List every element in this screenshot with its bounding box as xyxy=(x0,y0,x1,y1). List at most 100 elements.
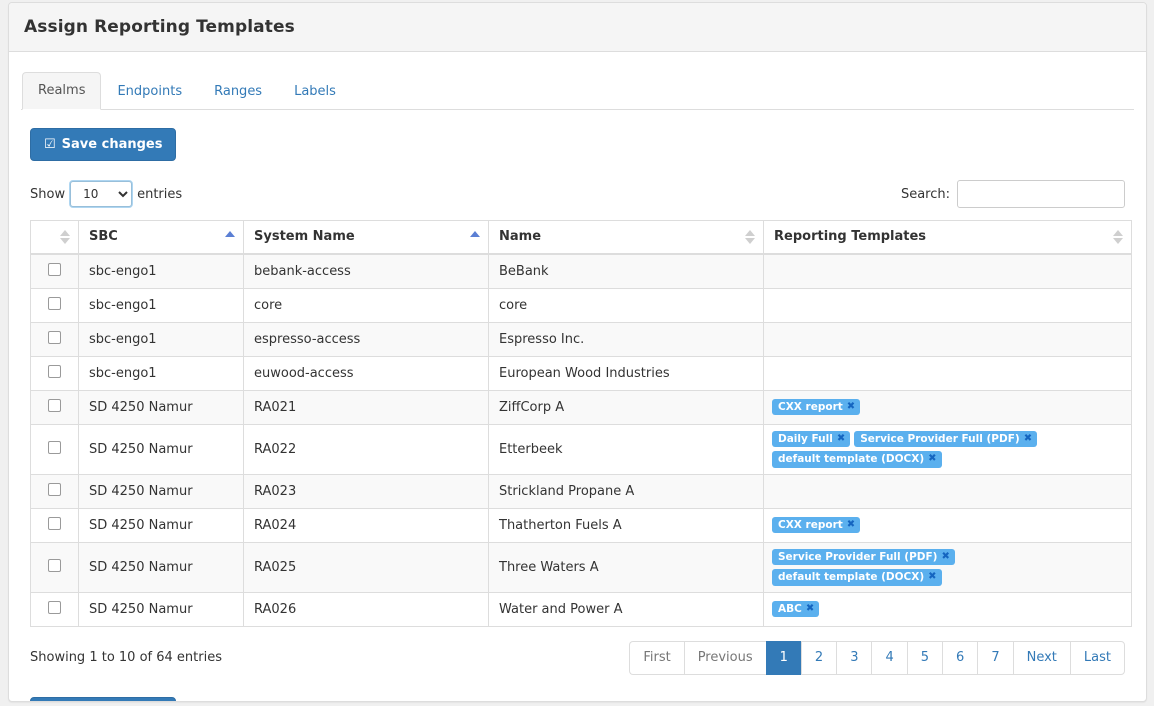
row-checkbox[interactable] xyxy=(48,262,61,276)
table-row: sbc-engo1 espresso-access Espresso Inc. xyxy=(30,321,1132,356)
template-tag: Service Provider Full (PDF) ✖ xyxy=(854,430,1038,447)
realms-table: SBC System Name Name Reporting Templates sb… xyxy=(30,220,1132,627)
pagination-button-next[interactable]: Next xyxy=(1012,640,1070,675)
table-footer: Showing 1 to 10 of 64 entries First Previ… xyxy=(30,640,1125,675)
remove-tag-icon[interactable]: ✖ xyxy=(847,520,855,530)
save-changes-label-top: Save changes xyxy=(61,137,163,152)
name-cell: Etterbeek xyxy=(488,423,764,474)
pagination-button-previous: Previous xyxy=(683,640,766,675)
remove-tag-icon[interactable]: ✖ xyxy=(928,572,936,582)
table-body: sbc-engo1 bebank-access BeBank sbc-engo1 cor… xyxy=(30,253,1132,626)
sbc-cell: SD 4250 Namur xyxy=(78,507,244,542)
pagination-button-6[interactable]: 6 xyxy=(942,640,978,675)
panel-body: Realms Endpoints Ranges Labels ☑ Save chang… xyxy=(9,52,1146,701)
row-checkbox[interactable] xyxy=(48,364,61,378)
name-cell: core xyxy=(488,287,764,322)
column-header-sbc[interactable]: SBC xyxy=(78,220,244,255)
pagination-button-2[interactable]: 2 xyxy=(800,640,837,675)
row-checkbox[interactable] xyxy=(48,600,61,614)
reporting-templates-cell: Service Provider Full (PDF) ✖ default temp… xyxy=(763,541,1132,592)
table-row: sbc-engo1 core core xyxy=(30,287,1132,322)
show-label: Show xyxy=(30,186,66,202)
reporting-templates-cell xyxy=(763,355,1132,390)
save-changes-button-top[interactable]: ☑ Save changes xyxy=(30,128,177,161)
row-checkbox[interactable] xyxy=(48,482,61,496)
entries-length-select[interactable]: 102550100 xyxy=(69,180,134,208)
row-checkbox[interactable] xyxy=(48,330,61,344)
row-checkbox[interactable] xyxy=(48,440,61,454)
system-name-cell: RA025 xyxy=(243,541,489,592)
row-checkbox[interactable] xyxy=(48,516,61,530)
pagination-button-1[interactable]: 1 xyxy=(765,640,801,675)
table-row: SD 4250 Namur RA025 Three Waters A Service … xyxy=(30,541,1132,592)
sbc-cell: sbc-engo1 xyxy=(78,321,244,356)
search-control: Search: xyxy=(901,180,1125,208)
row-select-cell xyxy=(30,591,79,626)
template-tag: Service Provider Full (PDF) ✖ xyxy=(772,548,955,565)
column-header-label: System Name xyxy=(254,229,355,245)
remove-tag-icon[interactable]: ✖ xyxy=(941,551,949,562)
table-row: SD 4250 Namur RA022 Etterbeek Daily Full ✖ Se… xyxy=(30,423,1132,474)
row-checkbox[interactable] xyxy=(48,558,61,572)
row-checkbox[interactable] xyxy=(48,296,61,310)
tab-realms[interactable]: Realms xyxy=(22,71,102,110)
sbc-cell: SD 4250 Namur xyxy=(78,541,244,592)
system-name-cell: RA024 xyxy=(243,507,489,542)
pagination-button-4[interactable]: 4 xyxy=(871,640,907,675)
tag-list: ABC ✖ xyxy=(772,600,1123,618)
tag-list: CXX report ✖ xyxy=(772,516,1123,534)
template-tag: CXX report ✖ xyxy=(772,516,861,534)
system-name-cell: bebank-access xyxy=(243,253,489,288)
pagination-button-first: First xyxy=(629,640,684,675)
column-header-label: Name xyxy=(499,229,542,245)
pagination-button-last[interactable]: Last xyxy=(1069,640,1125,675)
remove-tag-icon[interactable]: ✖ xyxy=(1024,433,1032,444)
template-tag: Daily Full ✖ xyxy=(772,430,851,447)
row-select-cell xyxy=(30,355,79,390)
sort-ascending-icon xyxy=(225,230,235,244)
remove-tag-icon[interactable]: ✖ xyxy=(806,604,814,614)
reporting-templates-cell xyxy=(763,473,1132,508)
name-cell: Thatherton Fuels A xyxy=(488,507,764,542)
tab-labels[interactable]: Labels xyxy=(278,73,352,110)
system-name-cell: RA023 xyxy=(243,473,489,508)
reporting-templates-cell xyxy=(763,253,1132,288)
row-checkbox[interactable] xyxy=(48,398,61,412)
name-cell: European Wood Industries xyxy=(488,355,764,390)
column-header-name[interactable]: Name xyxy=(488,220,764,255)
column-header-reporting-templates[interactable]: Reporting Templates xyxy=(763,220,1132,255)
sbc-cell: sbc-engo1 xyxy=(78,355,244,390)
entries-label: entries xyxy=(137,186,183,202)
column-header-label: Reporting Templates xyxy=(774,229,927,245)
sbc-cell: SD 4250 Namur xyxy=(78,591,244,626)
name-cell: Espresso Inc. xyxy=(488,321,764,356)
pagination-button-7[interactable]: 7 xyxy=(977,640,1013,675)
save-changes-button-bottom[interactable]: ☑ Save changes xyxy=(30,696,177,701)
pagination-button-3[interactable]: 3 xyxy=(836,640,872,675)
row-select-cell xyxy=(30,253,79,288)
tag-list: Daily Full ✖ Service Provider Full (PDF) ✖ d… xyxy=(772,430,1123,468)
checked-box-icon: ☑ xyxy=(44,137,56,152)
row-select-cell xyxy=(30,541,79,592)
page-title: Assign Reporting Templates xyxy=(24,17,295,37)
remove-tag-icon[interactable]: ✖ xyxy=(847,402,855,412)
remove-tag-icon[interactable]: ✖ xyxy=(928,454,936,464)
tab-endpoints[interactable]: Endpoints xyxy=(101,73,198,110)
table-controls: Show 102550100 entries Search: xyxy=(30,180,1125,208)
remove-tag-icon[interactable]: ✖ xyxy=(837,433,845,444)
template-tag: ABC ✖ xyxy=(772,600,820,618)
column-header-select-all[interactable] xyxy=(30,220,79,255)
sbc-cell: SD 4250 Namur xyxy=(78,473,244,508)
template-tag-label: ABC xyxy=(778,602,802,615)
row-select-cell xyxy=(30,507,79,542)
search-input[interactable] xyxy=(957,180,1125,208)
pagination-button-5[interactable]: 5 xyxy=(906,640,943,675)
tab-ranges[interactable]: Ranges xyxy=(198,73,278,110)
row-select-cell xyxy=(30,287,79,322)
pagination-info: Showing 1 to 10 of 64 entries xyxy=(30,650,222,666)
sbc-cell: SD 4250 Namur xyxy=(78,389,244,424)
sort-ascending-icon xyxy=(470,230,480,244)
column-header-system-name[interactable]: System Name xyxy=(243,220,489,255)
tag-list: Service Provider Full (PDF) ✖ default temp… xyxy=(772,548,1123,586)
system-name-cell: RA021 xyxy=(243,389,489,424)
